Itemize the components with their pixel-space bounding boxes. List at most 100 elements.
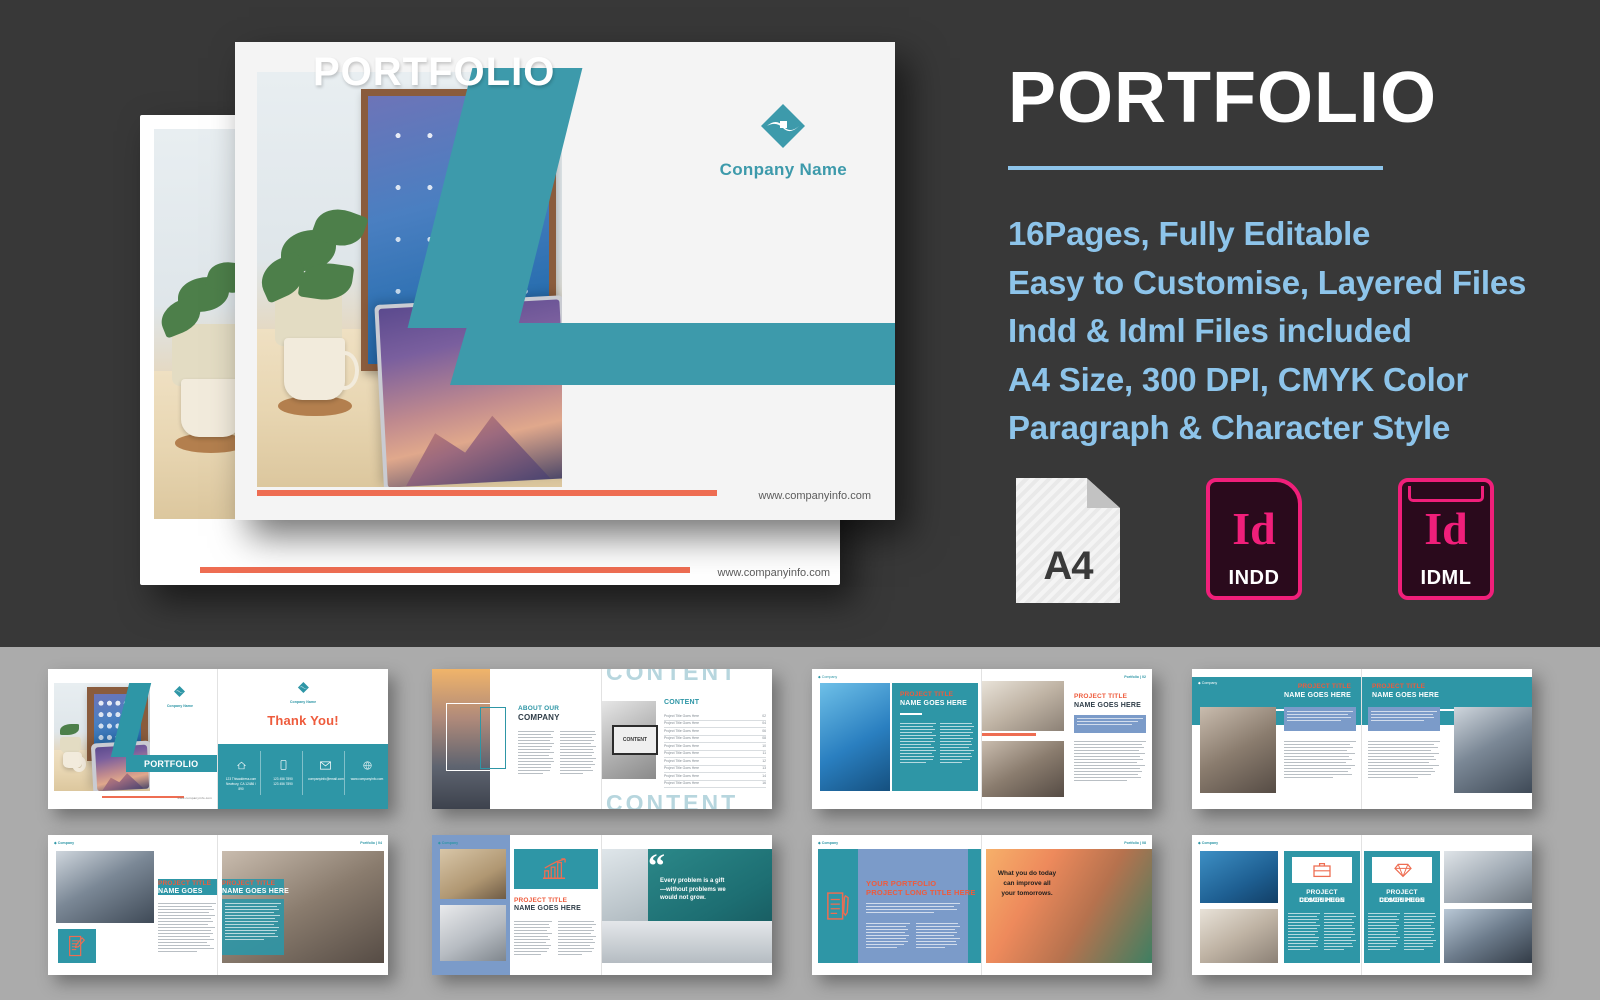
thumb-page-left: PROJECT TITLE NAME GOES HERE ◆ Company — [1192, 669, 1362, 809]
thumb-page-right: CONTENT CONTENT CONTENT CONTENT Project … — [602, 669, 772, 809]
project-title: PROJECT TITLE — [900, 691, 954, 698]
thumbnail-project-descriptions[interactable]: PROJECT DESCRIPTION COMES HERE ◆ Company… — [1192, 835, 1532, 975]
toc-item-label: Project Title Goes Here — [664, 743, 700, 748]
about-heading-2: COMPANY — [518, 713, 560, 722]
toc-item-label: Project Title Goes Here — [664, 721, 700, 725]
thumb-page-left: ABOUT OUR COMPANY — [432, 669, 602, 809]
thumb-page-right: Conpany Name Thank You! 123 Thisaddress.… — [218, 669, 388, 809]
toc-row[interactable]: Project Title Goes Here 08 — [664, 736, 766, 743]
indd-file-badge: Id INDD — [1206, 478, 1302, 600]
motto-text: What you do today can improve all your t… — [997, 870, 1057, 897]
thumbnail-cover-thankyou[interactable]: PORTFOLIO www.companyinfo.com Conpany Na… — [48, 669, 388, 809]
content-ghost-word-bottom: CONTENT — [606, 790, 739, 809]
idml-file-badge: Id IDML — [1398, 478, 1494, 600]
hero-section: www.companyinfo.com PORTFOLIO Conpany Na… — [0, 0, 1600, 647]
content-ghost-word-top: CONTENT — [606, 669, 739, 685]
project-title: PROJECT TITLE — [1074, 693, 1128, 700]
thumb-page-left: YOUR PORTFOLIO PROJECT LONG TITLE HERE ◆… — [812, 835, 982, 975]
toc-row[interactable]: Project Title Goes Here 16 — [664, 781, 766, 788]
toc-row[interactable]: Project Title Goes Here 13 — [664, 766, 766, 773]
toc-row[interactable]: Project Title Goes Here 12 — [664, 758, 766, 766]
toc-row[interactable]: Project Title Goes Here 06 — [664, 728, 766, 736]
front-book-mockup: PORTFOLIO Conpany Name www.companyinfo.c… — [235, 42, 895, 520]
promo-block: PORTFOLIO 16Pages, Fully Editable Easy t… — [1008, 62, 1568, 453]
quote-mark-icon: “ — [648, 848, 665, 885]
thumbnail-project-spread-1[interactable]: PROJECT TITLE NAME GOES HERE ◆ Company P… — [812, 669, 1152, 809]
thumb-company-name: Conpany Name — [289, 700, 317, 704]
feature-item: Indd & Idml Files included — [1008, 312, 1412, 349]
thumb-page-right: “ Every problem is a gift—without proble… — [602, 835, 772, 975]
document-pencil-icon — [827, 892, 849, 920]
page-title: PORTFOLIO — [1008, 58, 1437, 138]
globe-icon — [362, 761, 372, 770]
title-underline — [1008, 166, 1383, 170]
thumb-page-left: PROJECT DESCRIPTION COMES HERE ◆ Company — [1192, 835, 1362, 975]
thumb-cover-url: www.companyinfo.com — [177, 796, 212, 801]
toc-row[interactable]: Project Title Goes Here 11 — [664, 751, 766, 758]
idml-label: IDML — [1420, 567, 1472, 589]
thumbnail-about-content[interactable]: ABOUT OUR COMPANY CONTENT CONTENT CONTEN… — [432, 669, 772, 809]
back-book-url: www.companyinfo.com — [717, 567, 831, 579]
book-mockup-group: www.companyinfo.com PORTFOLIO Conpany Na… — [100, 20, 930, 620]
thumb-page-left: PROJECT TITLE NAME GOES HERE ◆ Company — [48, 835, 218, 975]
cover-company-name: Conpany Name — [719, 160, 847, 179]
toc-item-page: 12 — [762, 758, 766, 763]
project-subtitle: NAME GOES HERE — [222, 888, 289, 895]
thumbnail-portfolio-long-title[interactable]: YOUR PORTFOLIO PROJECT LONG TITLE HERE ◆… — [812, 835, 1152, 975]
project-title: PROJECT TITLE — [222, 880, 276, 887]
feature-item: Easy to Customise, Layered Files — [1008, 263, 1527, 301]
feature-item: 16Pages, Fully Editable — [1008, 215, 1371, 252]
file-tab-icon — [1408, 486, 1484, 502]
thumb-company-name: Conpany Name — [166, 704, 193, 708]
toc-item-page: 08 — [762, 736, 766, 740]
project-subtitle: NAME GOES HERE — [1284, 692, 1351, 699]
project-subtitle: NAME GOES HERE — [514, 905, 581, 912]
portfolio-title-line1: YOUR PORTFOLIO — [866, 879, 937, 888]
page-preview-grid: PORTFOLIO www.companyinfo.com Conpany Na… — [0, 647, 1600, 1000]
toc-row[interactable]: Project Title Goes Here 02 — [664, 713, 766, 721]
portfolio-cover: PORTFOLIO Conpany Name www.companyinfo.c… — [235, 42, 895, 520]
toc-row[interactable]: Project Title Goes Here 10 — [664, 743, 766, 751]
page-fold-icon — [1087, 478, 1120, 508]
cover-title-band — [450, 323, 895, 385]
contact-website: www.companyinfo.com — [350, 757, 384, 782]
toc-list: Project Title Goes Here 02 Project Title G… — [664, 713, 766, 788]
thumb-page-right: PROJECT TITLE NAME GOES HERE — [1362, 669, 1532, 809]
thumbnail-project-spread-3[interactable]: PROJECT TITLE NAME GOES HERE ◆ Company P… — [48, 835, 388, 975]
thumb-cover-title: PORTFOLIO — [144, 759, 199, 769]
contact-address: 123 Thisaddress.com Newbury, CA 12486 / … — [224, 757, 258, 791]
toc-item-page: 02 — [762, 713, 766, 718]
thumb-page-left: PROJECT TITLE NAME GOES HERE ◆ Company — [812, 669, 982, 809]
toc-item-label: Project Title Goes Here — [664, 781, 700, 785]
thumb-page-left: PROJECT TITLE NAME GOES HERE ◆ Company — [432, 835, 602, 975]
project-title: PROJECT TITLE — [158, 880, 212, 887]
thumb-page-right: PROJECT TITLE NAME GOES HERE Portfolio |… — [218, 835, 388, 975]
toc-item-label: Project Title Goes Here — [664, 773, 700, 778]
project-subtitle: NAME GOES HERE — [1372, 692, 1439, 699]
toc-row[interactable]: Project Title Goes Here 04 — [664, 721, 766, 728]
toc-row[interactable]: Project Title Goes Here 14 — [664, 773, 766, 781]
thumb-page-left: PORTFOLIO www.companyinfo.com Conpany Na… — [48, 669, 218, 809]
thumbnail-project-spread-2[interactable]: PROJECT TITLE NAME GOES HERE ◆ Company P… — [1192, 669, 1532, 809]
project-title: PROJECT TITLE — [1297, 683, 1351, 690]
content-image-label: CONTENT — [622, 737, 648, 743]
phone-icon — [280, 760, 286, 770]
cover-url: www.companyinfo.com — [758, 490, 872, 502]
toc-item-page: 06 — [762, 728, 766, 733]
thumb-company-logo-icon — [297, 682, 309, 693]
thumb-page-right: PROJECT TITLE NAME GOES HERE Portfolio |… — [982, 669, 1152, 809]
toc-item-page: 16 — [762, 781, 766, 785]
thumbnail-project-quote[interactable]: PROJECT TITLE NAME GOES HERE ◆ Company “… — [432, 835, 772, 975]
contact-phone: 123 456 7890 123 456 7890 — [266, 757, 300, 787]
document-pen-icon — [69, 935, 86, 957]
cover-orange-rule — [257, 490, 717, 496]
project-subtitle: NAME GOES HERE — [900, 700, 967, 707]
back-book-orange-rule — [200, 567, 690, 573]
toc-item-label: Project Title Goes Here — [664, 758, 700, 763]
content-heading: CONTENT — [664, 699, 700, 706]
project-title: PROJECT TITLE — [1372, 683, 1426, 690]
contact-email: companyinfo@email.com — [308, 757, 344, 782]
toc-item-page: 11 — [762, 751, 766, 755]
project-description-line2: COMES HERE — [1379, 897, 1425, 904]
a4-label: A4 — [1043, 544, 1093, 588]
